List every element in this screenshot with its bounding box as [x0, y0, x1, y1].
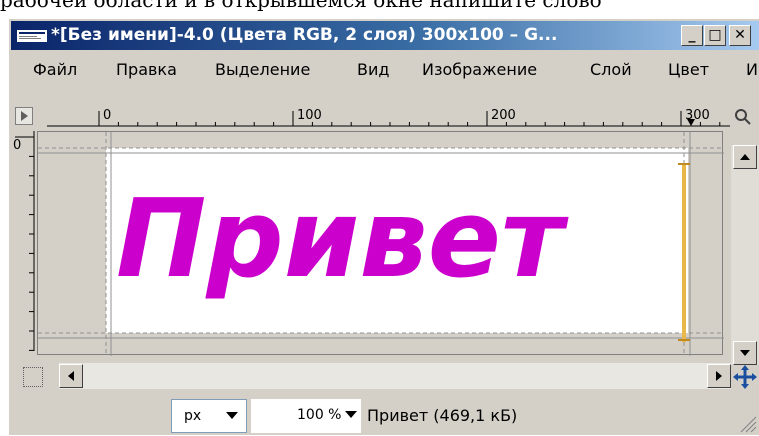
zoom-value: 100 % [297, 407, 342, 423]
ruler-label-200: 200 [491, 108, 516, 123]
canvas-area[interactable]: Привет [37, 131, 724, 356]
vruler-label-0: 0 [13, 138, 21, 153]
ruler-label-0: 0 [103, 108, 111, 123]
zoom-select[interactable]: 100 % [251, 399, 361, 433]
gimp-image-window: *[Без имени]-4.0 (Цвета RGB, 2 слоя) 300… [8, 18, 759, 435]
menu-bar: Файл Правка Выделение Вид Изображение Сл… [11, 52, 759, 86]
document-text-above: рабочей области и в открывшемся окне нап… [0, 0, 602, 12]
arrow-down-icon [740, 350, 750, 356]
close-icon: ✕ [734, 27, 746, 43]
window-title: *[Без имени]-4.0 (Цвета RGB, 2 слоя) 300… [51, 25, 558, 45]
vertical-scrollbar[interactable] [731, 145, 759, 365]
move-cross-icon [733, 365, 757, 389]
close-button[interactable]: ✕ [729, 25, 751, 46]
status-info: Привет (469,1 кБ) [367, 406, 518, 425]
ruler-label-100: 100 [297, 108, 322, 123]
chevron-down-icon [345, 411, 357, 418]
vertical-ruler: 0 [13, 131, 35, 351]
zoom-icon [735, 109, 751, 125]
navigate-icon [21, 111, 28, 121]
maximize-button[interactable]: □ [704, 25, 726, 46]
menu-view[interactable]: Вид [357, 60, 389, 79]
scroll-up-button[interactable] [733, 145, 757, 169]
menu-select[interactable]: Выделение [215, 60, 310, 79]
horizontal-ruler: 0 100 200 300 [47, 105, 730, 127]
unit-value: px [184, 408, 202, 424]
scroll-left-button[interactable] [59, 364, 83, 388]
status-bar: px 100 % Привет (469,1 кБ) [11, 395, 759, 436]
minimize-icon: _ [688, 27, 696, 43]
arrow-left-icon [68, 371, 74, 381]
scroll-down-button[interactable] [733, 341, 757, 365]
minimize-button[interactable]: _ [681, 25, 703, 46]
menu-file[interactable]: Файл [33, 60, 77, 79]
menu-edit[interactable]: Правка [116, 60, 177, 79]
maximize-icon: □ [708, 27, 722, 43]
arrow-right-icon [716, 371, 722, 381]
scroll-right-button[interactable] [707, 364, 731, 388]
chevron-down-icon [226, 412, 238, 419]
resize-grip-icon[interactable] [737, 413, 757, 433]
gimp-app-icon [17, 30, 47, 42]
menu-layer[interactable]: Слой [590, 60, 632, 79]
menu-color[interactable]: Цвет [668, 60, 709, 79]
arrow-up-icon [740, 154, 750, 160]
navigation-button[interactable] [733, 365, 757, 389]
menu-image[interactable]: Изображение [422, 60, 537, 79]
quick-mask-toggle[interactable] [23, 367, 43, 387]
menu-tools[interactable]: И [746, 60, 758, 79]
layer-boundary [38, 132, 724, 356]
navigate-button[interactable] [15, 107, 33, 125]
zoom-button[interactable] [733, 107, 753, 127]
horizontal-scrollbar[interactable] [59, 363, 731, 389]
title-bar[interactable]: *[Без имени]-4.0 (Цвета RGB, 2 слоя) 300… [11, 21, 759, 50]
text-box-handle [682, 164, 686, 342]
unit-select[interactable]: px [171, 399, 247, 433]
